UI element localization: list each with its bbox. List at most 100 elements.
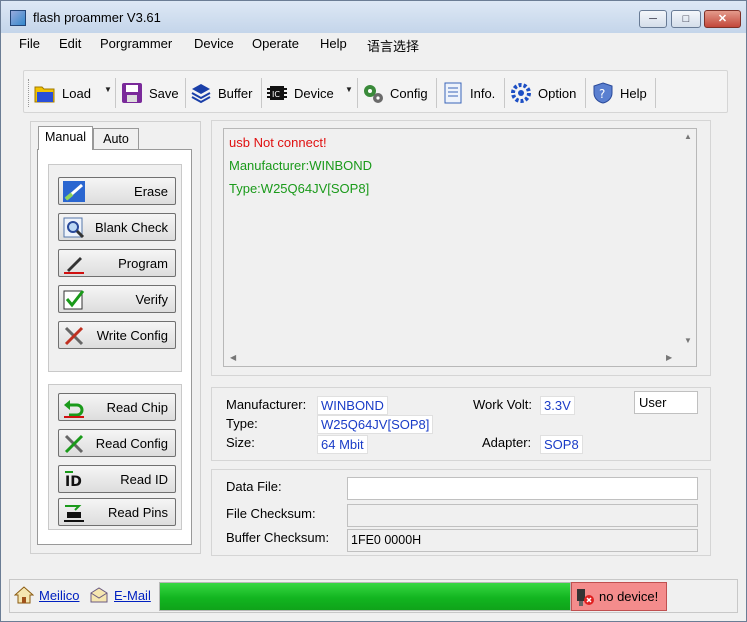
config-tools-icon (63, 433, 85, 454)
scroll-down-icon[interactable]: ▼ (684, 336, 692, 345)
read-chip-button[interactable]: Read Chip (58, 393, 176, 421)
pins-icon (63, 502, 85, 523)
close-button[interactable]: ✕ (704, 10, 741, 28)
erase-icon (63, 181, 85, 202)
device-dropdown-icon[interactable]: ▼ (345, 85, 353, 94)
toolbar-separator (436, 78, 437, 108)
manufacturer-label: Manufacturer: (226, 397, 307, 412)
menu-language[interactable]: 语言选择 (367, 36, 419, 55)
minimize-button[interactable]: ─ (639, 10, 667, 28)
folder-icon (34, 82, 56, 104)
load-dropdown-icon[interactable]: ▼ (104, 85, 112, 94)
blank-check-label: Blank Check (95, 220, 168, 235)
write-config-label: Write Config (96, 328, 168, 343)
menu-file[interactable]: File (19, 36, 40, 51)
app-icon (10, 10, 26, 26)
blank-check-button[interactable]: Blank Check (58, 213, 176, 241)
buffer-checksum-label: Buffer Checksum: (226, 530, 330, 545)
tab-auto[interactable]: Auto (93, 128, 139, 150)
load-button[interactable]: Load (34, 80, 91, 106)
erase-button[interactable]: Erase (58, 177, 176, 205)
file-checksum-field (347, 504, 698, 527)
read-chip-label: Read Chip (106, 400, 168, 415)
write-config-button[interactable]: Write Config (58, 321, 176, 349)
checkmark-icon (63, 289, 85, 310)
log-line: usb Not connect! (229, 135, 327, 150)
read-id-label: Read ID (120, 472, 168, 487)
save-button[interactable]: Save (121, 80, 179, 106)
svg-text:ID: ID (65, 474, 82, 490)
buffer-button[interactable]: Buffer (190, 80, 252, 106)
info-button[interactable]: Info. (442, 80, 495, 106)
menu-device[interactable]: Device (194, 36, 234, 51)
tab-manual[interactable]: Manual (38, 126, 93, 150)
vertical-scrollbar[interactable]: ▲ ▼ (679, 129, 696, 349)
shield-help-icon: ? (592, 82, 614, 104)
scroll-up-icon[interactable]: ▲ (684, 132, 692, 141)
menu-operate[interactable]: Operate (252, 36, 299, 51)
manufacturer-value: WINBOND (317, 396, 388, 415)
device-status: no device! (571, 582, 667, 611)
program-button[interactable]: Program (58, 249, 176, 277)
adapter-value: SOP8 (540, 435, 583, 454)
data-file-input[interactable] (347, 477, 698, 500)
work-volt-label: Work Volt: (473, 397, 533, 412)
floppy-icon (121, 82, 143, 104)
home-icon (13, 586, 35, 607)
chip-icon: IC (266, 82, 288, 104)
device-button[interactable]: IC Device (266, 80, 334, 106)
adapter-label: Adapter: (482, 435, 532, 450)
save-label: Save (149, 85, 179, 101)
undo-arrow-icon (63, 397, 85, 418)
device-label: Device (294, 85, 334, 101)
log-output[interactable]: usb Not connect! Manufacturer:WINBOND Ty… (223, 128, 697, 367)
scroll-right-icon[interactable]: ▶ (666, 353, 672, 362)
option-label: Option (538, 85, 577, 101)
menu-help[interactable]: Help (320, 36, 347, 51)
maximize-button[interactable]: □ (671, 10, 701, 28)
load-label: Load (62, 85, 91, 101)
toolbar-grip[interactable] (28, 79, 30, 107)
write-operations-group: Erase Blank Check Program Verify Write C… (48, 164, 182, 372)
help-label: Help (620, 85, 647, 101)
option-button[interactable]: Option (510, 80, 576, 106)
verify-button[interactable]: Verify (58, 285, 176, 313)
config-button[interactable]: Config (362, 80, 428, 106)
toolbar-separator (585, 78, 586, 108)
meilico-link[interactable]: Meilico (39, 588, 79, 603)
read-pins-button[interactable]: Read Pins (58, 498, 176, 526)
user-field[interactable]: User (634, 391, 698, 414)
horizontal-scrollbar[interactable]: ◀ ▶ (224, 349, 680, 366)
toolbar-separator (261, 78, 262, 108)
read-id-button[interactable]: ID Read ID (58, 465, 176, 493)
read-config-button[interactable]: Read Config (58, 429, 176, 457)
buffer-label: Buffer (218, 85, 253, 101)
size-label: Size: (226, 435, 255, 450)
toolbar: Load ▼ Save Buffer IC Device ▼ Config In… (23, 70, 728, 113)
email-link[interactable]: E-Mail (114, 588, 151, 603)
toolbar-separator (185, 78, 186, 108)
pencil-icon (63, 253, 85, 274)
usb-icon (575, 587, 595, 610)
type-value: W25Q64JV[SOP8] (317, 415, 434, 434)
erase-label: Erase (134, 184, 168, 199)
menu-edit[interactable]: Edit (59, 36, 81, 51)
menu-programmer[interactable]: Porgrammer (100, 36, 172, 51)
device-status-label: no device! (599, 589, 659, 604)
help-button[interactable]: ? Help (592, 80, 647, 106)
program-label: Program (118, 256, 168, 271)
read-operations-group: Read Chip Read Config ID Read ID Read Pi… (48, 384, 182, 530)
progress-fill (160, 583, 570, 610)
tools-icon (63, 325, 85, 346)
scroll-left-icon[interactable]: ◀ (230, 353, 236, 362)
id-icon: ID (63, 469, 85, 490)
manual-tab-content: Erase Blank Check Program Verify Write C… (37, 149, 192, 545)
svg-text:?: ? (599, 87, 605, 101)
svg-text:IC: IC (272, 90, 280, 99)
buffer-checksum-field: 1FE0 0000H (347, 529, 698, 552)
layers-icon (190, 82, 212, 104)
type-label: Type: (226, 416, 258, 431)
mail-icon (90, 587, 108, 606)
info-label: Info. (470, 85, 496, 101)
toolbar-separator (357, 78, 358, 108)
